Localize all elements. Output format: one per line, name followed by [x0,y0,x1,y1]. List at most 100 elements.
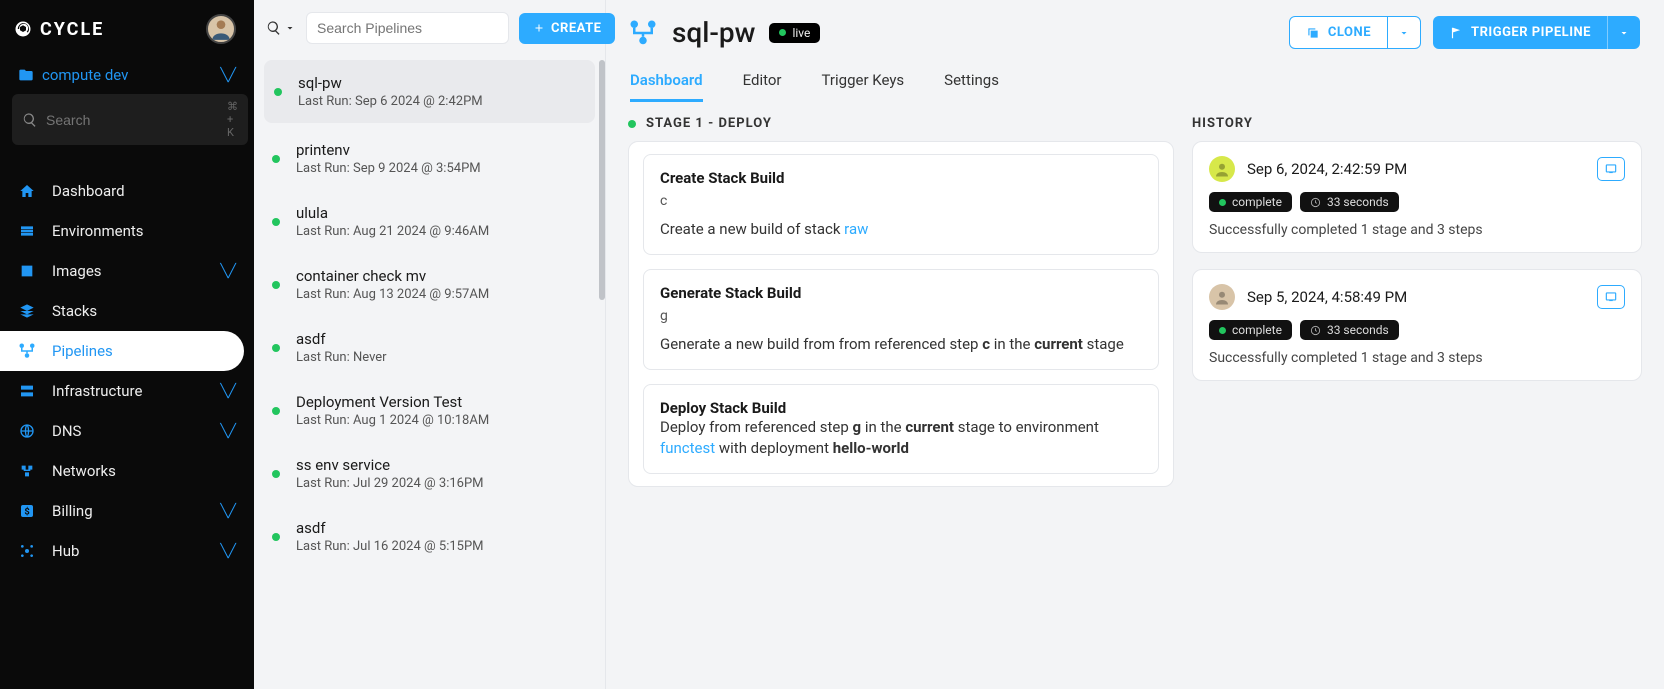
nav: Dashboard Environments Images ╲╱ Stacks … [0,159,254,571]
pipeline-item[interactable]: asdf Last Run: Never [254,316,605,379]
run-summary: Successfully completed 1 stage and 3 ste… [1209,350,1625,366]
history-run[interactable]: Sep 6, 2024, 2:42:59 PM complete 33 seco… [1192,141,1642,253]
pipeline-last-run: Last Run: Sep 6 2024 @ 2:42PM [298,94,483,109]
nav-infrastructure[interactable]: Infrastructure ╲╱ [0,371,254,411]
sidebar-search[interactable]: ⌘ + K [12,94,248,145]
status-dot-icon [272,470,280,478]
history-run[interactable]: Sep 5, 2024, 4:58:49 PM complete 33 seco… [1192,269,1642,381]
sidebar-top: CYCLE [0,0,254,58]
pipeline-item[interactable]: ulula Last Run: Aug 21 2024 @ 9:46AM [254,190,605,253]
nav-pipelines[interactable]: Pipelines [0,331,244,371]
tab-dashboard[interactable]: Dashboard [630,61,703,102]
chevron-down-icon: ╲╱ [220,424,236,439]
pipeline-last-run: Last Run: Aug 13 2024 @ 9:57AM [296,287,489,302]
status-pill: complete [1209,320,1292,340]
nav-label: Environments [52,222,144,240]
nav-dashboard[interactable]: Dashboard [0,171,254,211]
stage-heading-label: STAGE 1 - DEPLOY [646,116,772,131]
trigger-pipeline-button[interactable]: TRIGGER PIPELINE [1433,16,1640,49]
brand[interactable]: CYCLE [14,19,104,40]
step-code: g [660,308,1142,324]
pipeline-last-run: Last Run: Aug 1 2024 @ 10:18AM [296,413,489,428]
home-icon [18,182,36,200]
nav-environments[interactable]: Environments [0,211,254,251]
pipeline-list-toolbar: CREATE [254,0,605,56]
nav-images[interactable]: Images ╲╱ [0,251,254,291]
pipeline-name: printenv [296,141,481,159]
pipeline-item[interactable]: asdf Last Run: Jul 16 2024 @ 5:15PM [254,505,605,568]
status-dot-icon [272,281,280,289]
nav-label: Images [52,262,102,280]
server-icon [18,382,36,400]
user-avatar[interactable] [206,14,236,44]
clone-label: CLONE [1328,25,1371,40]
detail-tabs: Dashboard Editor Trigger Keys Settings [606,53,1664,102]
clone-dropdown[interactable] [1387,17,1420,48]
clone-button[interactable]: CLONE [1289,16,1421,49]
tab-trigger-keys[interactable]: Trigger Keys [822,61,905,102]
nav-label: Networks [52,462,116,480]
pipeline-item[interactable]: Deployment Version Test Last Run: Aug 1 … [254,379,605,442]
link[interactable]: raw [844,220,868,238]
pipeline-item[interactable]: container check mv Last Run: Aug 13 2024… [254,253,605,316]
pipeline-title: sql-pw [672,16,755,49]
create-label: CREATE [551,21,601,36]
status-dot-icon [272,218,280,226]
step-description: Create a new build of stack raw [660,219,1142,240]
history-heading: HISTORY [1192,116,1642,141]
status-dot-icon [628,120,636,128]
nav-billing[interactable]: $Billing ╲╱ [0,491,254,531]
tab-editor[interactable]: Editor [743,61,782,102]
step-title: Generate Stack Build [660,284,1142,302]
nav-stacks[interactable]: Stacks [0,291,254,331]
chevron-down-icon: ╲╱ [220,264,236,279]
pipeline-item[interactable]: printenv Last Run: Sep 9 2024 @ 3:54PM [254,127,605,190]
pipeline-search-input[interactable] [306,12,509,44]
step-code: c [660,193,1142,209]
stage-step[interactable]: Deploy Stack Build Deploy from reference… [643,384,1159,474]
link[interactable]: functest [660,439,715,457]
image-icon [18,262,36,280]
sidebar-search-input[interactable] [46,112,227,128]
status-dot-icon [274,88,282,96]
trigger-dropdown[interactable] [1607,16,1640,49]
pipeline-item[interactable]: sql-pw Last Run: Sep 6 2024 @ 2:42PM [264,60,595,123]
tab-settings[interactable]: Settings [944,61,999,102]
nav-label: Dashboard [52,182,125,200]
expand-run-button[interactable] [1597,157,1625,181]
pipeline-list[interactable]: sql-pw Last Run: Sep 6 2024 @ 2:42PM pri… [254,56,605,689]
stage-step[interactable]: Generate Stack Build g Generate a new bu… [643,269,1159,370]
hub-selector[interactable]: compute dev ╲╱ [0,58,254,94]
globe-icon [18,422,36,440]
stage-step[interactable]: Create Stack Build c Create a new build … [643,154,1159,255]
search-icon [22,112,38,128]
pipeline-last-run: Last Run: Jul 29 2024 @ 3:16PM [296,476,484,491]
dollar-icon: $ [18,502,36,520]
pipeline-icon [18,342,36,360]
status-dot-icon [272,533,280,541]
pipeline-name: container check mv [296,267,489,285]
pipeline-name: asdf [296,519,484,537]
nav-label: Stacks [52,302,97,320]
nav-hub[interactable]: Hub ╲╱ [0,531,254,571]
nav-dns[interactable]: DNS ╲╱ [0,411,254,451]
status-dot-icon [272,407,280,415]
duration-pill: 33 seconds [1300,192,1399,212]
pipeline-item[interactable]: ss env service Last Run: Jul 29 2024 @ 3… [254,442,605,505]
stage-column: STAGE 1 - DEPLOY Create Stack Build c Cr… [628,116,1174,675]
nav-networks[interactable]: Networks [0,451,254,491]
duration-pill: 33 seconds [1300,320,1399,340]
create-pipeline-button[interactable]: CREATE [519,13,615,44]
chevron-down-icon: ╲╱ [220,504,236,519]
flag-icon [1449,26,1463,40]
stack-icon [18,302,36,320]
filter-button[interactable] [266,20,296,36]
expand-run-button[interactable] [1597,285,1625,309]
svg-text:$: $ [24,506,29,517]
run-timestamp: Sep 5, 2024, 4:58:49 PM [1247,288,1407,306]
folder-icon [18,67,34,83]
status-dot-icon [272,155,280,163]
scrollbar[interactable] [599,60,605,689]
pipeline-name: Deployment Version Test [296,393,489,411]
history-column: HISTORY Sep 6, 2024, 2:42:59 PM complete… [1192,116,1642,675]
